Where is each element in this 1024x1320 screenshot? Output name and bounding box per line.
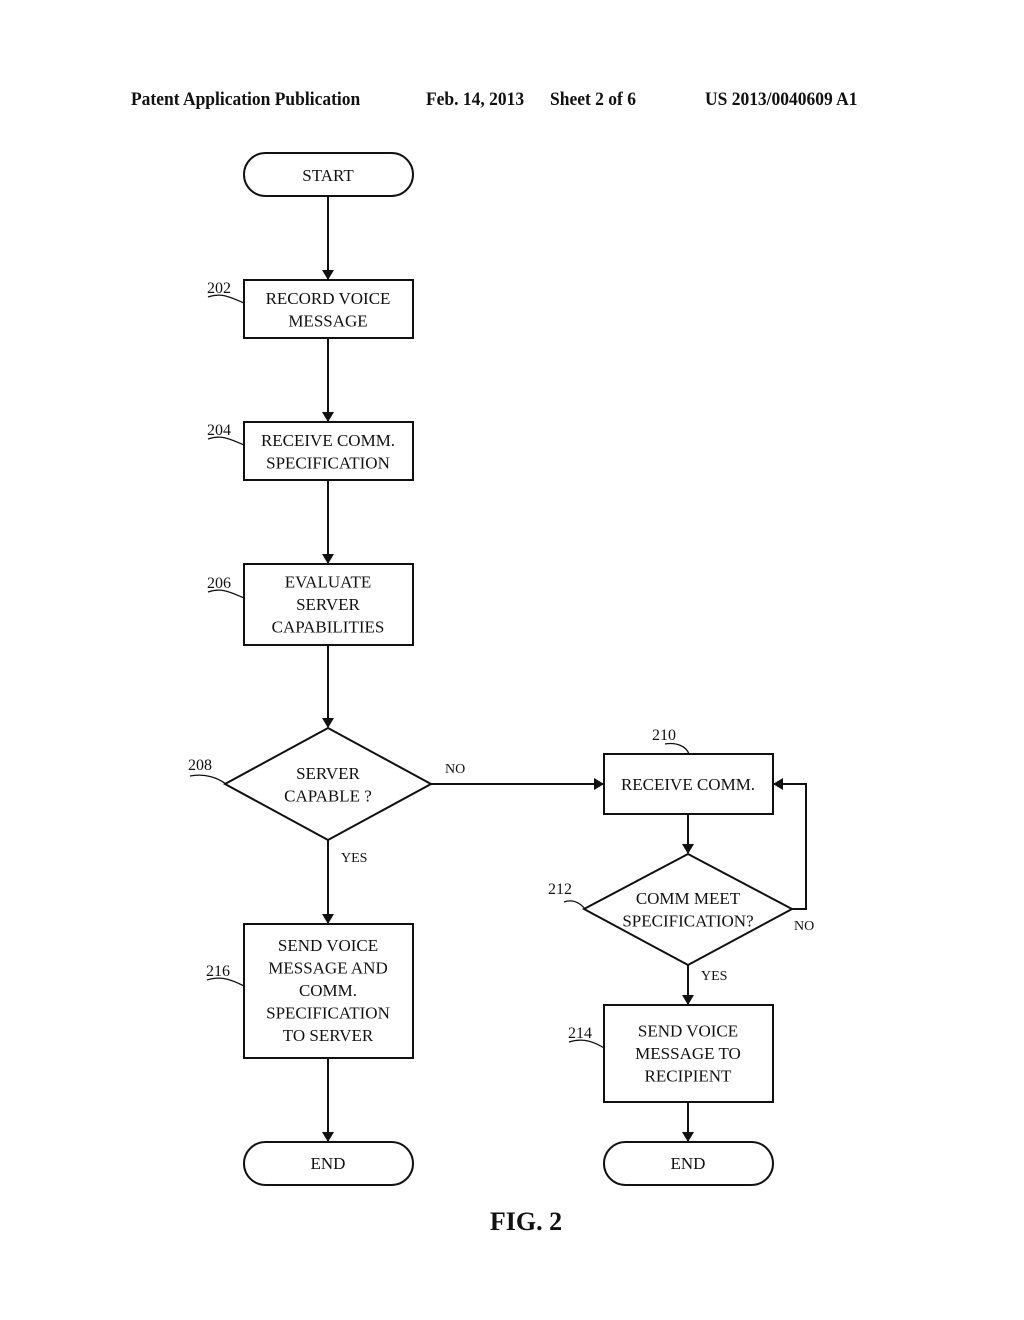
label-line: SPECIFICATION <box>266 453 390 472</box>
label-line: COMM. <box>299 981 357 1000</box>
ref-208: 208 <box>188 757 212 774</box>
label-line: CAPABLE ? <box>284 786 372 805</box>
label-line: RECORD VOICE <box>266 289 391 308</box>
label-line: START <box>302 166 354 185</box>
label-line: SEND VOICE <box>638 1022 738 1041</box>
label-line: COMM MEET <box>636 889 741 908</box>
label-line: SERVER <box>296 595 360 614</box>
label-208-no: NO <box>445 762 465 777</box>
label-208-yes: YES <box>341 851 367 866</box>
label-line: SERVER <box>296 764 360 783</box>
ref-212: 212 <box>548 881 572 898</box>
label-line: RECEIVE COMM. <box>621 775 755 794</box>
label-210: RECEIVE COMM. <box>621 775 755 794</box>
label-line: MESSAGE AND <box>268 959 388 978</box>
decision-208 <box>222 726 434 842</box>
label-214: SEND VOICE MESSAGE TO RECIPIENT <box>635 1022 741 1086</box>
label-start: START <box>302 166 354 185</box>
ref-214: 214 <box>568 1025 592 1042</box>
label-line: MESSAGE TO <box>635 1044 741 1063</box>
ref-216: 216 <box>206 963 230 980</box>
label-line: RECEIVE COMM. <box>261 431 395 450</box>
label-line: SEND VOICE <box>278 936 378 955</box>
flowchart: 202 204 206 208 210 212 214 216 NO YES N… <box>188 152 814 1236</box>
ref-202: 202 <box>207 280 231 297</box>
ref-206: 206 <box>207 575 231 592</box>
label-line: END <box>311 1154 346 1173</box>
label-line: TO SERVER <box>283 1026 374 1045</box>
ref-210: 210 <box>652 727 676 744</box>
label-end-right: END <box>671 1154 706 1173</box>
ref-204: 204 <box>207 422 231 439</box>
label-line: EVALUATE <box>285 573 372 592</box>
label-line: SPECIFICATION? <box>622 911 753 930</box>
label-line: RECIPIENT <box>645 1067 733 1086</box>
leader-208 <box>189 774 227 785</box>
label-line: END <box>671 1154 706 1173</box>
label-212-yes: YES <box>701 969 727 984</box>
label-212-no: NO <box>794 919 814 934</box>
label-line: SPECIFICATION <box>266 1004 390 1023</box>
figure-caption: FIG. 2 <box>490 1207 562 1236</box>
label-end-left: END <box>311 1154 346 1173</box>
edge-212-210-no-loop <box>773 778 807 910</box>
leader-210 <box>664 742 690 755</box>
decision-212 <box>581 852 795 967</box>
label-line: MESSAGE <box>288 311 367 330</box>
label-line: CAPABILITIES <box>272 618 385 637</box>
